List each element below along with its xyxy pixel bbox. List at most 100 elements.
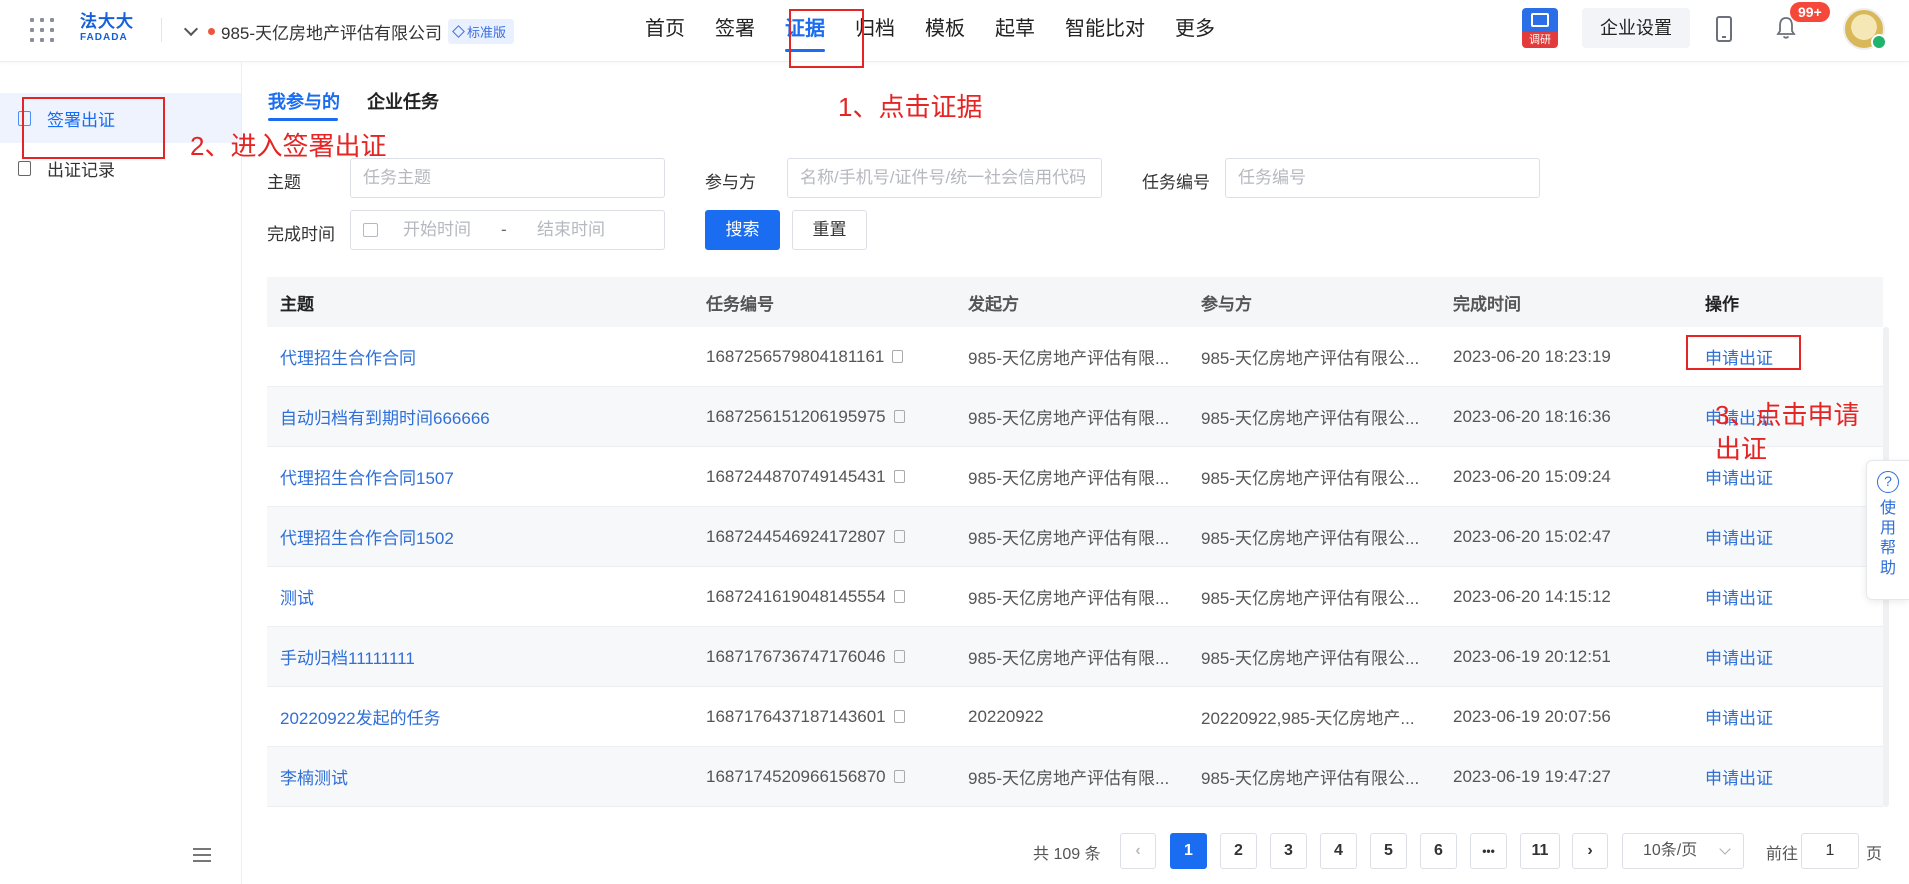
- tab-my-participation[interactable]: 我参与的: [268, 88, 340, 114]
- table-row: 代理招生合作合同 1687256579804181161 985-天亿房地产评估有限…: [267, 327, 1883, 387]
- collapse-sidebar-icon[interactable]: [193, 848, 211, 862]
- table-row: 手动归档11111111 1687176736747176046 985-天亿房地产…: [267, 627, 1883, 687]
- apply-certify-link[interactable]: 申请出证: [1705, 529, 1773, 548]
- next-page-button[interactable]: ›: [1572, 833, 1608, 869]
- date-range-picker[interactable]: 开始时间 - 结束时间: [350, 210, 665, 250]
- prev-page-button[interactable]: ‹: [1120, 833, 1156, 869]
- nav-sign[interactable]: 签署: [700, 0, 770, 62]
- divider: [161, 18, 162, 42]
- page-size-value: 10条/页: [1643, 842, 1698, 859]
- copy-icon[interactable]: [893, 710, 905, 723]
- search-button[interactable]: 搜索: [705, 210, 780, 250]
- completion-time: 2023-06-20 15:02:47: [1453, 526, 1611, 546]
- task-number: 1687256151206195975: [706, 406, 886, 426]
- apply-certify-link[interactable]: 申请出证: [1705, 649, 1773, 668]
- nav-smart-compare[interactable]: 智能比对: [1050, 0, 1160, 62]
- task-subject-link[interactable]: 20220922发起的任务: [280, 709, 441, 728]
- task-subject-link[interactable]: 手动归档11111111: [280, 649, 415, 668]
- survey-button[interactable]: 调研: [1522, 8, 1558, 48]
- logo[interactable]: 法大大 FADADA: [80, 12, 142, 48]
- nav-more[interactable]: 更多: [1160, 0, 1230, 62]
- task-subject-link[interactable]: 李楠测试: [280, 769, 348, 788]
- nav-home[interactable]: 首页: [630, 0, 700, 62]
- table-row: 代理招生合作合同1502 1687244546924172807 985-天亿房地产…: [267, 507, 1883, 567]
- participant: 985-天亿房地产评估有限公...: [1201, 769, 1420, 788]
- apply-certify-link[interactable]: 申请出证: [1705, 589, 1773, 608]
- participant: 985-天亿房地产评估有限公...: [1201, 469, 1420, 488]
- company-switcher[interactable]: 985-天亿房地产评估有限公司 标准版: [183, 17, 515, 45]
- copy-icon[interactable]: [892, 350, 904, 363]
- copy-icon[interactable]: [893, 410, 905, 423]
- tab-indicator: [268, 118, 338, 121]
- chevron-down-icon: [183, 21, 199, 36]
- completion-time: 2023-06-19 19:47:27: [1453, 766, 1611, 786]
- page-size-select[interactable]: 10条/页: [1622, 833, 1744, 869]
- participant: 20220922,985-天亿房地产...: [1201, 709, 1415, 728]
- apply-certify-link[interactable]: 申请出证: [1705, 769, 1773, 788]
- completion-time: 2023-06-19 20:12:51: [1453, 646, 1611, 666]
- nav-template[interactable]: 模板: [910, 0, 980, 62]
- party-label: 参与方: [705, 173, 756, 192]
- mobile-icon[interactable]: [1716, 16, 1732, 42]
- tab-enterprise-tasks[interactable]: 企业任务: [367, 88, 439, 114]
- apply-certify-link[interactable]: 申请出证: [1705, 469, 1773, 488]
- sidebar: 签署出证 出证记录: [0, 62, 242, 884]
- copy-icon[interactable]: [893, 530, 905, 543]
- task-subject-link[interactable]: 自动归档有到期时间666666: [280, 409, 490, 428]
- copy-icon[interactable]: [893, 650, 905, 663]
- column-header: 任务编号: [706, 294, 774, 314]
- app-grid-icon[interactable]: [30, 18, 54, 42]
- page-4[interactable]: 4: [1320, 833, 1357, 869]
- page-1[interactable]: 1: [1170, 833, 1207, 869]
- page-11[interactable]: 11: [1520, 833, 1560, 869]
- copy-icon[interactable]: [893, 590, 905, 603]
- annotation-box-apply: [1686, 335, 1801, 370]
- help-panel[interactable]: ? 使用帮助: [1866, 460, 1909, 600]
- avatar[interactable]: [1843, 8, 1887, 50]
- table-row: 自动归档有到期时间666666 1687256151206195975 985-天亿…: [267, 387, 1883, 447]
- status-dot: [208, 27, 215, 35]
- table-row: 代理招生合作合同1507 1687244870749145431 985-天亿房地产…: [267, 447, 1883, 507]
- party-input[interactable]: 名称/手机号/证件号/统一社会信用代码: [787, 158, 1102, 198]
- plan-badge: 标准版: [448, 18, 515, 44]
- goto-suffix: 页: [1866, 846, 1883, 863]
- task-subject-link[interactable]: 代理招生合作合同1502: [280, 529, 454, 548]
- end-date-input[interactable]: 结束时间: [537, 211, 605, 249]
- task-number-input[interactable]: 任务编号: [1225, 158, 1540, 198]
- copy-icon[interactable]: [893, 470, 905, 483]
- initiator: 985-天亿房地产评估有限...: [968, 589, 1170, 608]
- goto-prefix: 前往: [1766, 846, 1799, 863]
- page-6[interactable]: 6: [1420, 833, 1457, 869]
- page-5[interactable]: 5: [1370, 833, 1407, 869]
- column-header: 完成时间: [1453, 294, 1521, 314]
- start-date-input[interactable]: 开始时间: [403, 211, 471, 249]
- task-number: 1687176437187143601: [706, 706, 886, 726]
- page-2[interactable]: 2: [1220, 833, 1257, 869]
- help-label: 使用帮助: [1879, 500, 1896, 577]
- reset-button[interactable]: 重置: [792, 210, 867, 250]
- initiator: 985-天亿房地产评估有限...: [968, 469, 1170, 488]
- record-icon: [18, 160, 31, 176]
- copy-icon[interactable]: [893, 770, 905, 783]
- initiator: 985-天亿房地产评估有限...: [968, 409, 1170, 428]
- participant: 985-天亿房地产评估有限公...: [1201, 529, 1420, 548]
- participant: 985-天亿房地产评估有限公...: [1201, 349, 1420, 368]
- apply-certify-link[interactable]: 申请出证: [1705, 709, 1773, 728]
- initiator: 985-天亿房地产评估有限...: [968, 349, 1170, 368]
- company-settings-button[interactable]: 企业设置: [1582, 8, 1690, 48]
- participant: 985-天亿房地产评估有限公...: [1201, 649, 1420, 668]
- goto-page-input[interactable]: 1: [1801, 833, 1859, 869]
- task-subject-link[interactable]: 代理招生合作合同: [280, 349, 416, 368]
- completion-time: 2023-06-20 14:15:12: [1453, 586, 1611, 606]
- top-bar: 法大大 FADADA 985-天亿房地产评估有限公司 标准版 首页 签署 证据 …: [0, 0, 1909, 62]
- task-subject-link[interactable]: 测试: [280, 589, 314, 608]
- task-number-label: 任务编号: [1142, 173, 1210, 192]
- nav-draft[interactable]: 起草: [980, 0, 1050, 62]
- task-subject-link[interactable]: 代理招生合作合同1507: [280, 469, 454, 488]
- subject-input[interactable]: 任务主题: [350, 158, 665, 198]
- page-3[interactable]: 3: [1270, 833, 1307, 869]
- annotation-box-sign-certify: [22, 97, 165, 159]
- task-number: 1687176736747176046: [706, 646, 886, 666]
- table-row: 测试 1687241619048145554 985-天亿房地产评估有限... 985…: [267, 567, 1883, 627]
- more-pages[interactable]: •••: [1470, 833, 1507, 869]
